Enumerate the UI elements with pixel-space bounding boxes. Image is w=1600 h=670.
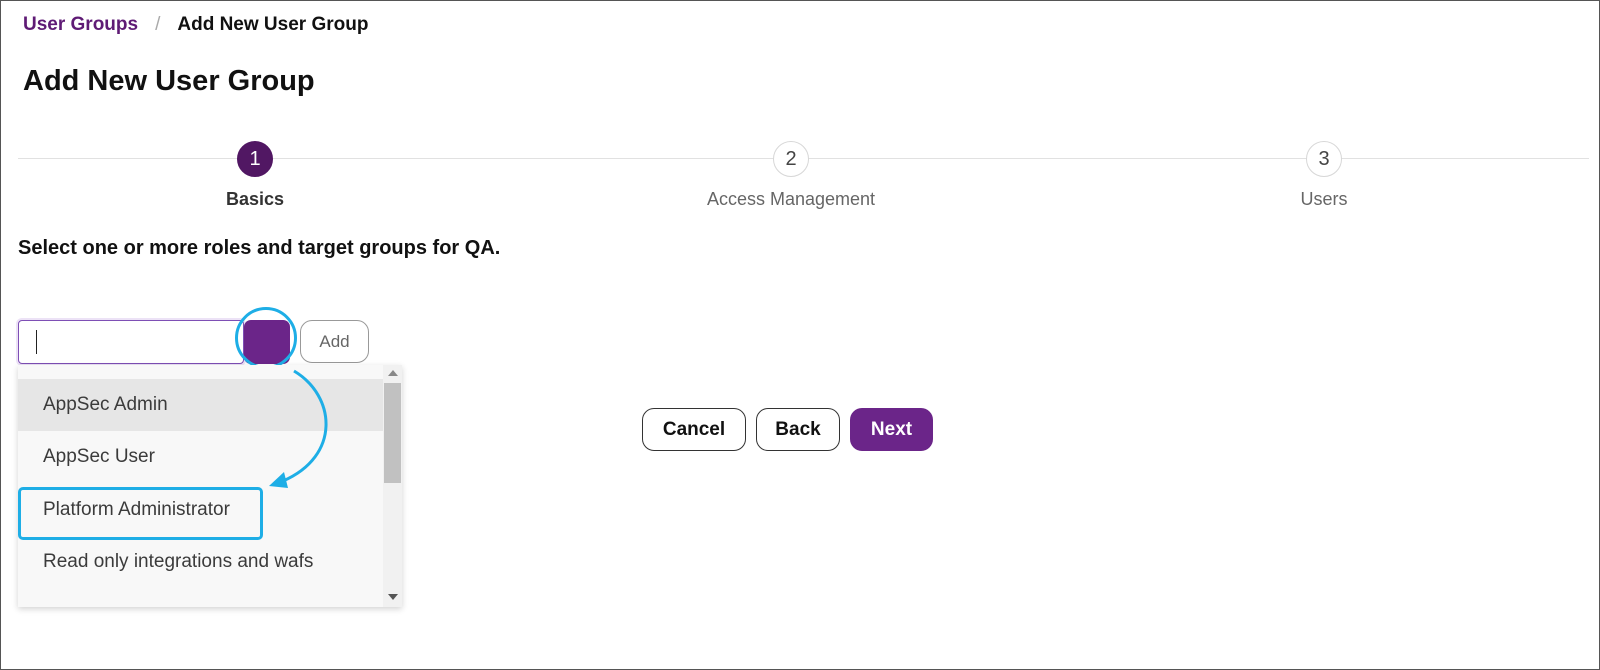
breadcrumb-user-groups-link[interactable]: User Groups xyxy=(23,14,138,36)
dropdown-toggle-button[interactable] xyxy=(244,320,290,364)
role-option-platform-administrator[interactable]: Platform Administrator xyxy=(18,484,383,536)
dropdown-scrollbar[interactable] xyxy=(383,365,402,607)
role-search-input[interactable] xyxy=(18,320,244,364)
page-title: Add New User Group xyxy=(23,65,315,97)
breadcrumb: User Groups / Add New User Group xyxy=(23,14,368,36)
page-frame: User Groups / Add New User Group Add New… xyxy=(0,0,1600,670)
back-button[interactable]: Back xyxy=(756,408,840,451)
breadcrumb-current: Add New User Group xyxy=(177,14,369,35)
step-basics: 1 Basics xyxy=(105,141,405,210)
scroll-thumb[interactable] xyxy=(384,383,401,483)
step-label: Basics xyxy=(225,189,285,209)
breadcrumb-separator: / xyxy=(155,14,161,35)
role-option-appsec-admin[interactable]: AppSec Admin xyxy=(18,379,383,431)
cancel-button[interactable]: Cancel xyxy=(642,408,746,451)
role-dropdown-list: AppSec Admin AppSec User Platform Admini… xyxy=(18,365,402,607)
scroll-down-arrow-icon[interactable] xyxy=(388,594,398,600)
text-caret xyxy=(36,330,37,354)
role-option-read-only-integrations[interactable]: Read only integrations and wafs xyxy=(18,536,383,588)
scroll-up-arrow-icon[interactable] xyxy=(388,370,398,376)
role-option-appsec-user[interactable]: AppSec User xyxy=(18,431,383,483)
step-number: 3 xyxy=(1306,141,1342,177)
step-label: Users xyxy=(1300,189,1348,209)
step-number: 1 xyxy=(237,141,273,177)
next-button[interactable]: Next xyxy=(850,408,933,451)
step-access-management: 2 Access Management xyxy=(641,141,941,210)
step-number: 2 xyxy=(773,141,809,177)
instruction-text: Select one or more roles and target grou… xyxy=(18,237,501,259)
step-users: 3 Users xyxy=(1174,141,1474,210)
add-role-button[interactable]: Add xyxy=(300,320,369,363)
step-label: Access Management xyxy=(706,189,876,209)
